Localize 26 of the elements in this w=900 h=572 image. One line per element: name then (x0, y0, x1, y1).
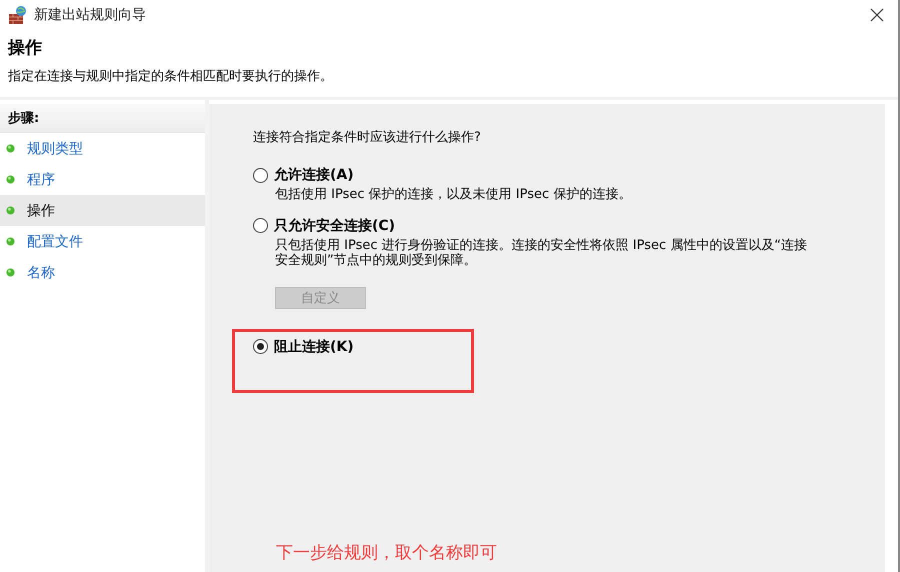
radio-button[interactable] (253, 339, 268, 354)
step-item[interactable]: 操作 (0, 195, 205, 226)
page-heading: 操作 (8, 37, 43, 59)
page-description: 指定在连接与规则中指定的条件相匹配时要执行的操作。 (8, 68, 334, 85)
radio-button[interactable] (253, 168, 268, 182)
step-item[interactable]: 程序 (0, 164, 205, 195)
bullet-icon (6, 206, 15, 215)
option-label[interactable]: 阻止连接(K) (274, 338, 354, 356)
option-label[interactable]: 允许连接(A) (274, 166, 354, 184)
firewall-icon (8, 5, 28, 25)
option-label[interactable]: 只允许安全连接(C) (274, 216, 396, 235)
option-description: 只包括使用 IPsec 进行身份验证的连接。连接的安全性将依照 IPsec 属性中的设置以及“连接安全规则”节点中的规则受到保障。 (275, 238, 808, 269)
question-text: 连接符合指定条件时应该进行什么操作? (253, 129, 482, 146)
step-item[interactable]: 名称 (0, 257, 205, 288)
radio-button[interactable] (253, 218, 268, 234)
steps-heading: 步骤: (0, 104, 205, 133)
close-icon[interactable] (870, 8, 884, 22)
annotation-text: 下一步给规则，取个名称即可 (276, 542, 498, 564)
bullet-icon (6, 268, 15, 277)
step-item[interactable]: 规则类型 (0, 133, 205, 164)
bullet-icon (6, 144, 15, 153)
bullet-icon (6, 237, 15, 246)
step-item[interactable]: 配置文件 (0, 226, 205, 257)
window-title: 新建出站规则向导 (34, 6, 147, 24)
option-description: 包括使用 IPsec 保护的连接，以及未使用 IPsec 保护的连接。 (275, 188, 632, 203)
bullet-icon (6, 175, 15, 184)
